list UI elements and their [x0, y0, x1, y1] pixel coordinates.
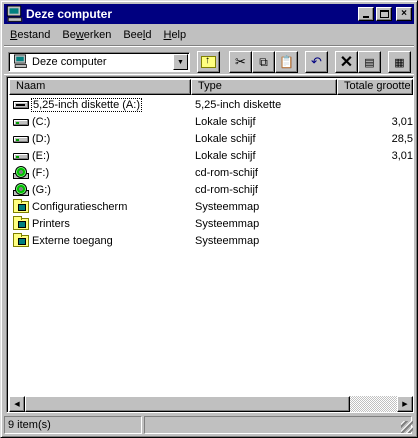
- copy-icon: ⧉: [259, 54, 268, 69]
- item-size: 28,5: [391, 132, 413, 145]
- address-dropdown-button[interactable]: ▼: [173, 54, 188, 70]
- window-title: Deze computer: [26, 7, 113, 21]
- properties-button[interactable]: ▤: [358, 51, 381, 73]
- menu-beeld[interactable]: Beeld: [117, 29, 157, 41]
- item-type: Systeemmap: [195, 234, 260, 247]
- item-type: 5,25-inch diskette: [195, 98, 282, 111]
- list-item[interactable]: Printers Systeemmap: [9, 215, 413, 232]
- item-type: Lokale schijf: [195, 132, 256, 145]
- item-type: Lokale schijf: [195, 115, 256, 128]
- item-size: 3,01: [391, 115, 413, 128]
- undo-icon: ↶: [311, 54, 322, 69]
- list-item[interactable]: (C:) Lokale schijf 3,01: [9, 113, 413, 130]
- list-item[interactable]: (E:) Lokale schijf 3,01: [9, 147, 413, 164]
- list-item[interactable]: 5,25-inch diskette (A:) 5,25-inch disket…: [9, 96, 413, 113]
- menu-help[interactable]: Help: [157, 29, 192, 41]
- delete-x-icon: ✕: [339, 54, 354, 71]
- list-item[interactable]: (F:) cd-rom-schijf: [9, 164, 413, 181]
- scissors-icon: ✂: [235, 54, 246, 69]
- column-headers: Naam Type Totale grootte: [9, 79, 413, 95]
- item-name: (G:): [32, 183, 51, 196]
- arrow-right-icon: ▶: [402, 401, 408, 408]
- cut-button[interactable]: ✂: [229, 51, 252, 73]
- cd-rom-icon: [13, 165, 29, 180]
- computer-icon: [12, 54, 28, 68]
- status-bar: 9 item(s): [4, 415, 414, 435]
- hard-disk-icon: [13, 115, 29, 129]
- item-name: Printers: [32, 217, 70, 230]
- item-size: 3,01: [391, 149, 413, 162]
- horizontal-scrollbar[interactable]: ◀ ▶: [9, 396, 413, 412]
- up-folder-icon: ↑: [201, 56, 216, 68]
- copy-button[interactable]: ⧉: [252, 51, 275, 73]
- cd-rom-icon: [13, 182, 29, 197]
- menu-bar: Bestand Bewerken Beeld Help: [4, 25, 414, 45]
- paste-button[interactable]: 📋: [275, 51, 298, 73]
- delete-button[interactable]: ✕: [335, 51, 358, 73]
- maximize-button[interactable]: [376, 7, 392, 21]
- column-header-type[interactable]: Type: [191, 79, 337, 95]
- item-name: (D:): [32, 132, 51, 145]
- close-button[interactable]: ×: [396, 7, 412, 21]
- item-name: (E:): [32, 149, 50, 162]
- hard-disk-icon: [13, 132, 29, 146]
- views-button[interactable]: ▦: [388, 51, 411, 73]
- item-name: (C:): [32, 115, 51, 128]
- scroll-left-button[interactable]: ◀: [9, 396, 25, 412]
- explorer-window: Deze computer × Bestand Bewerken Beeld H…: [0, 0, 418, 438]
- list-item[interactable]: Configuratiescherm Systeemmap: [9, 198, 413, 215]
- menu-bestand[interactable]: Bestand: [4, 29, 56, 41]
- dial-up-networking-folder-icon: [13, 232, 29, 248]
- menu-bewerken[interactable]: Bewerken: [56, 29, 117, 41]
- file-list[interactable]: Naam Type Totale grootte 5,25-inch diske…: [6, 76, 414, 413]
- control-panel-folder-icon: [13, 198, 29, 214]
- item-name: Externe toegang: [32, 234, 113, 247]
- item-type: cd-rom-schijf: [195, 183, 258, 196]
- item-type: Systeemmap: [195, 200, 260, 213]
- paste-icon: 📋: [279, 55, 294, 69]
- computer-icon: [6, 5, 23, 22]
- arrow-left-icon: ◀: [14, 401, 20, 408]
- properties-icon: ▤: [364, 56, 375, 69]
- address-value: Deze computer: [32, 56, 107, 68]
- printers-folder-icon: [13, 215, 29, 231]
- hard-disk-icon: [13, 149, 29, 163]
- item-name: Configuratiescherm: [32, 200, 128, 213]
- column-header-size[interactable]: Totale grootte: [337, 79, 413, 95]
- list-item[interactable]: (G:) cd-rom-schijf: [9, 181, 413, 198]
- list-item[interactable]: (D:) Lokale schijf 28,5: [9, 130, 413, 147]
- scroll-thumb[interactable]: [25, 396, 350, 412]
- column-header-name[interactable]: Naam: [9, 79, 191, 95]
- item-rows: 5,25-inch diskette (A:) 5,25-inch disket…: [9, 96, 413, 249]
- toolbar: Deze computer ▼ ↑ ✂ ⧉ 📋 ↶ ✕ ▤ ▦: [4, 45, 414, 75]
- scroll-track[interactable]: [25, 396, 397, 412]
- floppy-drive-icon: [13, 98, 29, 112]
- status-item-count: 9 item(s): [4, 416, 142, 434]
- undo-button[interactable]: ↶: [305, 51, 328, 73]
- minimize-button[interactable]: [358, 7, 374, 21]
- large-icons-view-icon: ▦: [394, 56, 405, 69]
- scroll-right-button[interactable]: ▶: [397, 396, 413, 412]
- up-folder-button[interactable]: ↑: [197, 51, 220, 73]
- item-type: Systeemmap: [195, 217, 260, 230]
- list-item[interactable]: Externe toegang Systeemmap: [9, 232, 413, 249]
- item-type: cd-rom-schijf: [195, 166, 258, 179]
- title-bar[interactable]: Deze computer ×: [4, 4, 414, 24]
- item-type: Lokale schijf: [195, 149, 256, 162]
- address-combobox[interactable]: Deze computer ▼: [8, 52, 190, 72]
- item-name: (F:): [32, 166, 50, 179]
- status-panel-secondary: [144, 416, 412, 434]
- resize-grip-icon[interactable]: [401, 421, 413, 433]
- item-name: 5,25-inch diskette (A:): [31, 97, 142, 112]
